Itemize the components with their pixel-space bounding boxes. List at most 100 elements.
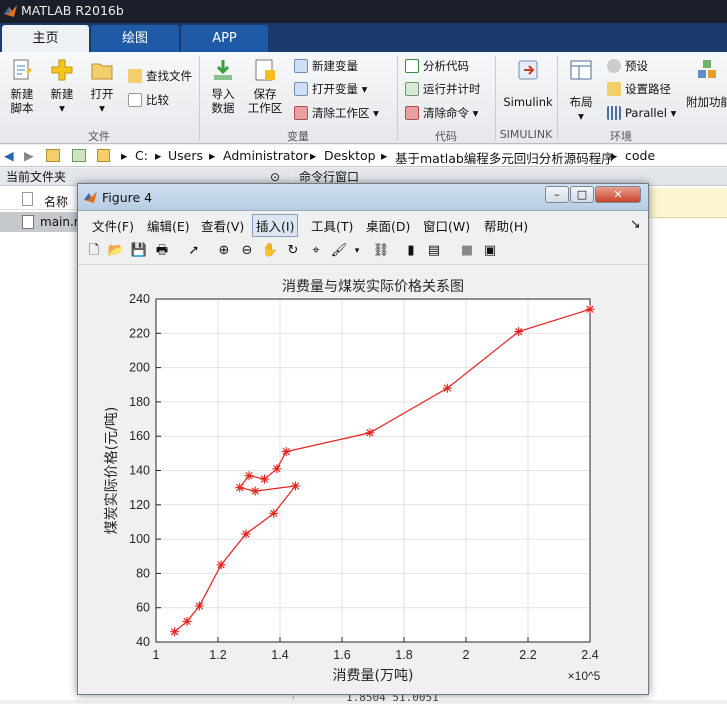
address-bar: ◀ ▶ ▸ C: ▸ Users ▸ Administrator ▸ Deskt… [0, 145, 727, 167]
select-arrow-icon[interactable]: ➚ [185, 242, 203, 260]
close-button[interactable]: ✕ [595, 186, 641, 203]
find-files-icon [128, 69, 142, 83]
new-variable-button[interactable]: 新建变量 [294, 58, 358, 74]
maximize-button[interactable]: □ [570, 186, 594, 203]
data-point-marker [585, 304, 595, 314]
open-file-icon[interactable]: 📂 [107, 242, 125, 260]
print-icon[interactable]: 🖶 [153, 242, 171, 260]
simulink-button[interactable]: Simulink [500, 58, 556, 109]
group-code-label: 代码 [435, 130, 457, 143]
ribbon-tabs: 主页 绘图 APP [0, 23, 727, 52]
y-tick-label: 180 [129, 395, 150, 409]
breadcrumb-project-folder[interactable]: 基于matlab编程多元回归分析源码程序 [395, 148, 614, 167]
breadcrumb-code[interactable]: code [625, 148, 655, 163]
addons-button[interactable]: 附加功能 [686, 58, 727, 109]
menu-tools[interactable]: 工具(T) [311, 216, 353, 235]
tab-home[interactable]: 主页 [2, 25, 89, 52]
zoom-in-icon[interactable]: ⊕ [215, 242, 233, 260]
gear-icon [607, 59, 621, 73]
x-tick-label: 1.4 [271, 648, 288, 662]
addons-label: 附加功能 [686, 95, 727, 109]
y-tick-label: 120 [129, 498, 150, 512]
brush-dropdown-icon[interactable]: ▾ [348, 242, 366, 260]
zoom-out-icon[interactable]: ⊖ [238, 242, 256, 260]
parallel-label: Parallel [625, 106, 667, 120]
breadcrumb-desktop[interactable]: Desktop [324, 148, 376, 163]
pan-hand-icon[interactable]: ✋ [261, 242, 279, 260]
addons-cubes-icon [697, 60, 716, 78]
data-cursor-icon[interactable]: ⌖ [307, 242, 325, 260]
y-tick-label: 200 [129, 361, 150, 375]
clear-commands-button[interactable]: 清除命令 ▾ [405, 105, 478, 121]
data-point-marker [250, 486, 260, 496]
data-point-marker [269, 508, 279, 518]
set-path-button[interactable]: 设置路径 [607, 81, 671, 97]
menu-edit[interactable]: 编辑(E) [147, 216, 190, 235]
figure-window: Figure 4 – □ ✕ 文件(F) 编辑(E) 查看(V) 插入(I) 工… [77, 183, 649, 695]
data-point-marker [260, 474, 269, 484]
group-file-label: 文件 [88, 130, 110, 143]
breadcrumb-users[interactable]: Users [168, 148, 203, 163]
name-column-header[interactable]: 名称 [44, 193, 68, 210]
x-axis-label: 消费量(万吨) [333, 668, 414, 684]
parallel-dropdown-icon: ▾ [670, 106, 677, 120]
tab-plots[interactable]: 绘图 [91, 25, 179, 52]
legend-icon[interactable]: ▤ [425, 242, 443, 260]
run-and-time-label: 运行并计时 [423, 82, 481, 96]
preferences-button[interactable]: 预设 [607, 58, 648, 74]
analyze-code-icon [405, 59, 419, 73]
folder-icon [97, 149, 110, 162]
command-window-title: 命令行窗口 [299, 170, 360, 184]
brush-icon[interactable]: 🖌 [330, 242, 348, 260]
hide-plot-tools-icon[interactable]: ■ [458, 242, 476, 260]
find-files-button[interactable]: 查找文件 [128, 68, 192, 84]
menu-desktop[interactable]: 桌面(D) [366, 216, 410, 235]
y-tick-label: 80 [136, 566, 150, 580]
up-folder-icon[interactable] [46, 149, 60, 162]
parallel-icon [607, 106, 621, 120]
parallel-button[interactable]: Parallel ▾ [607, 105, 676, 121]
menu-file[interactable]: 文件(F) [92, 216, 134, 235]
rotate-3d-icon[interactable]: ↻ [284, 242, 302, 260]
breadcrumb-c[interactable]: C: [135, 148, 148, 163]
minimize-button[interactable]: – [545, 186, 569, 203]
new-figure-icon[interactable]: 🗋 [85, 242, 103, 260]
save-workspace-button[interactable]: 保存 工作区 [245, 58, 285, 115]
analyze-code-button[interactable]: 分析代码 [405, 58, 469, 74]
forward-arrow-icon[interactable]: ▶ [24, 148, 34, 163]
open-button[interactable]: 打开 ▾ [84, 58, 120, 115]
save-icon[interactable]: 💾 [130, 242, 148, 260]
import-data-button[interactable]: 导入 数据 [205, 58, 241, 115]
new-script-button[interactable]: 新建 脚本 [4, 58, 40, 115]
menu-help[interactable]: 帮助(H) [484, 216, 528, 235]
x-tick-label: 1.2 [209, 648, 226, 662]
data-point-marker [365, 428, 375, 438]
new-button[interactable]: 新建 ▾ [44, 58, 80, 115]
compare-button[interactable]: 比较 [128, 92, 169, 108]
browse-folder-icon[interactable] [72, 149, 86, 162]
menu-insert[interactable]: 插入(I) [252, 214, 299, 237]
clear-workspace-dropdown-icon: ▾ [373, 106, 379, 120]
ribbon-toolstrip: 新建 脚本 新建 ▾ 打开 ▾ 查找文件 比较 文件 导入 数据 保存 工作区 … [0, 52, 727, 144]
layout-button[interactable]: 布局 ▾ [563, 58, 599, 123]
y-tick-label: 140 [129, 464, 150, 478]
new-script-icon [13, 59, 32, 80]
new-variable-icon [294, 59, 308, 73]
run-and-time-button[interactable]: 运行并计时 [405, 81, 481, 97]
breadcrumb-separator-icon: ▸ [611, 148, 618, 163]
back-arrow-icon[interactable]: ◀ [4, 148, 14, 163]
layout-label: 布局 [569, 95, 593, 109]
breadcrumb-administrator[interactable]: Administrator [223, 148, 308, 163]
tab-apps[interactable]: APP [181, 25, 268, 52]
figure-toolbar: 🗋 📂 💾 🖶 ➚ ⊕ ⊖ ✋ ↻ ⌖ 🖌 ▾ ⛓ ▮ ▤ ■ ▣ [78, 237, 648, 265]
menu-view[interactable]: 查看(V) [201, 216, 244, 235]
show-plot-tools-icon[interactable]: ▣ [481, 242, 499, 260]
clear-workspace-button[interactable]: 清除工作区 ▾ [294, 105, 379, 121]
link-plot-icon[interactable]: ⛓ [372, 242, 390, 260]
save-workspace-icon [255, 59, 275, 81]
colorbar-icon[interactable]: ▮ [402, 242, 420, 260]
menu-dock-icon[interactable]: ↘ [630, 216, 640, 231]
menu-window[interactable]: 窗口(W) [423, 216, 470, 235]
set-path-icon [607, 82, 621, 96]
open-variable-button[interactable]: 打开变量 ▾ [294, 81, 367, 97]
